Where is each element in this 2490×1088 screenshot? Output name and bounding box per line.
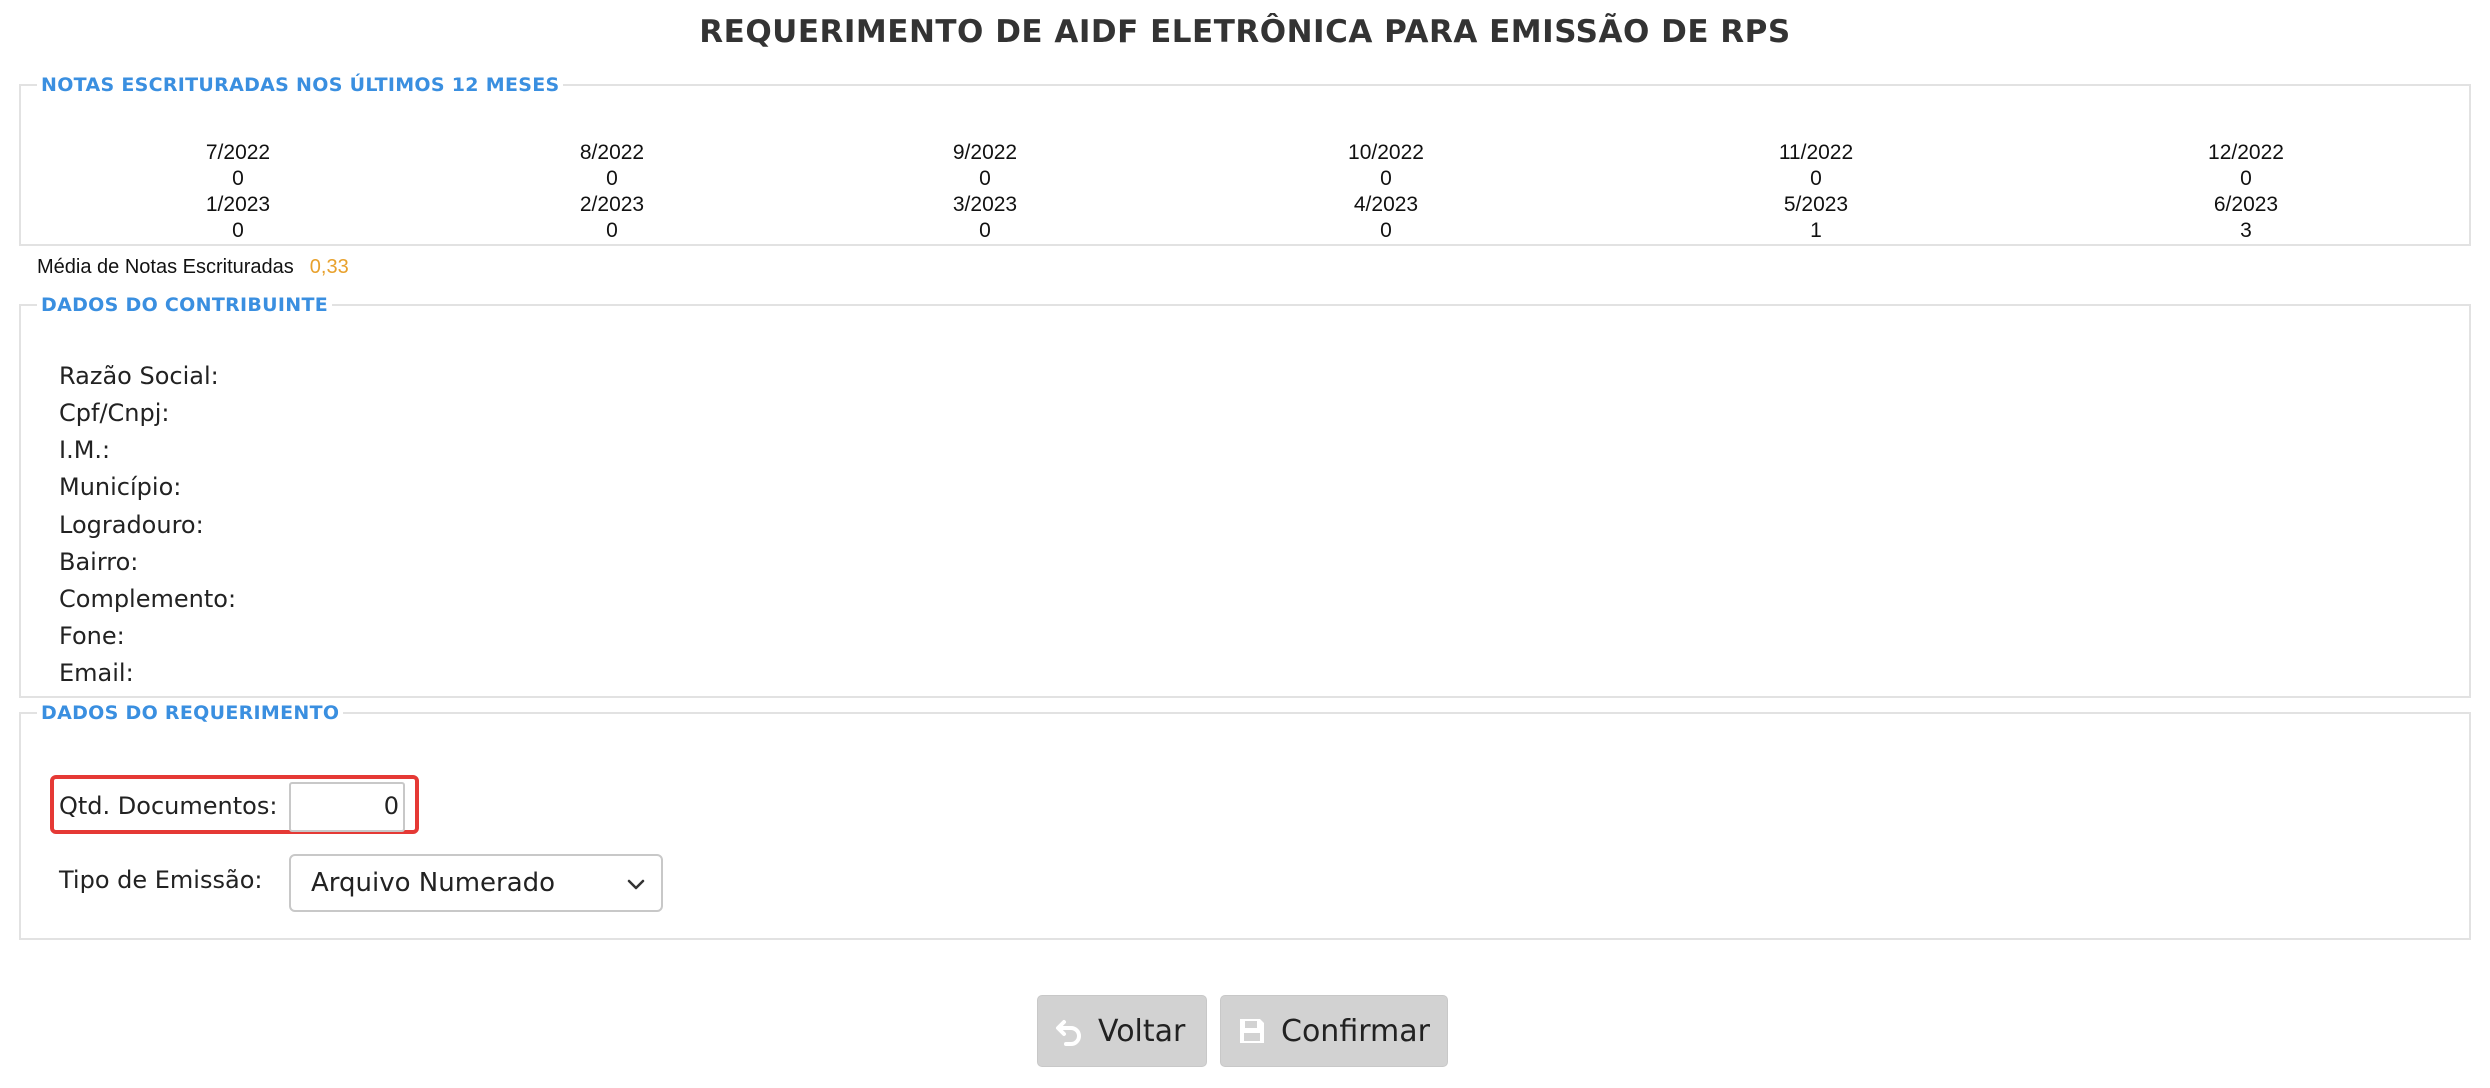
- month-label: 3/2023: [952, 193, 1018, 216]
- month-cell: 6/2023 3: [2146, 192, 2346, 244]
- notas-escrituradas-section: NOTAS ESCRITURADAS NOS ÚLTIMOS 12 MESES …: [19, 74, 2471, 246]
- month-cell: 7/2022 0: [138, 140, 338, 192]
- month-value: 0: [979, 219, 991, 242]
- confirmar-label: Confirmar: [1281, 1013, 1430, 1049]
- month-label: 10/2022: [1348, 141, 1424, 164]
- month-cell: 11/2022 0: [1716, 140, 1916, 192]
- contribuinte-section-legend: DADOS DO CONTRIBUINTE: [41, 294, 329, 316]
- month-cell: 2/2023 0: [512, 192, 712, 244]
- month-label: 1/2023: [205, 193, 271, 216]
- month-label: 9/2022: [952, 141, 1018, 164]
- undo-icon: [1056, 1020, 1081, 1046]
- month-value: 0: [232, 219, 244, 242]
- month-value: 0: [606, 167, 618, 190]
- month-cell: 5/2023 1: [1716, 192, 1916, 244]
- voltar-button[interactable]: Voltar: [1037, 995, 1207, 1067]
- page-title: REQUERIMENTO DE AIDF ELETRÔNICA PARA EMI…: [699, 14, 1791, 50]
- month-label: 12/2022: [2208, 141, 2284, 164]
- month-label: 11/2022: [1778, 141, 1854, 164]
- month-value: 0: [2240, 167, 2252, 190]
- qtd-documentos-label: Qtd. Documentos:: [59, 792, 278, 820]
- month-value: 1: [1810, 219, 1822, 242]
- month-label: 5/2023: [1783, 193, 1849, 216]
- complemento-label: Complemento:: [59, 585, 237, 613]
- dados-requerimento-section: DADOS DO REQUERIMENTO Qtd. Documentos: 0…: [19, 702, 2471, 940]
- month-value: 0: [1380, 219, 1392, 242]
- month-label: 2/2023: [579, 193, 645, 216]
- dados-contribuinte-section: DADOS DO CONTRIBUINTE Razão Social: Cpf/…: [19, 294, 2471, 698]
- month-cell: 3/2023 0: [885, 192, 1085, 244]
- month-value: 0: [606, 219, 618, 242]
- municipio-label: Município:: [59, 473, 182, 501]
- inscricao-municipal-label: I.M.:: [59, 436, 111, 464]
- month-cell: 1/2023 0: [138, 192, 338, 244]
- month-label: 7/2022: [205, 141, 271, 164]
- requerimento-section-legend: DADOS DO REQUERIMENTO: [41, 702, 340, 724]
- month-value: 0: [1380, 167, 1392, 190]
- tipo-emissao-select[interactable]: Arquivo Numerado: [289, 854, 663, 912]
- month-cell: 8/2022 0: [512, 140, 712, 192]
- month-cell: 12/2022 0: [2146, 140, 2346, 192]
- tipo-emissao-selected: Arquivo Numerado: [311, 868, 556, 898]
- cpf-cnpj-label: Cpf/Cnpj:: [59, 399, 170, 427]
- month-cell: 4/2023 0: [1286, 192, 1486, 244]
- bairro-label: Bairro:: [59, 548, 139, 576]
- tipo-emissao-label: Tipo de Emissão:: [59, 866, 263, 894]
- media-notas-label: Média de Notas Escrituradas: [37, 256, 294, 278]
- voltar-label: Voltar: [1098, 1013, 1186, 1049]
- razao-social-label: Razão Social:: [59, 362, 219, 390]
- qtd-documentos-input[interactable]: 0: [289, 782, 405, 832]
- month-value: 0: [1810, 167, 1822, 190]
- notas-section-legend: NOTAS ESCRITURADAS NOS ÚLTIMOS 12 MESES: [41, 74, 560, 96]
- month-label: 4/2023: [1353, 193, 1419, 216]
- fone-label: Fone:: [59, 622, 125, 650]
- month-cell: 10/2022 0: [1286, 140, 1486, 192]
- month-cell: 9/2022 0: [885, 140, 1085, 192]
- save-icon: [1240, 1019, 1264, 1043]
- chevron-down-icon: [627, 879, 645, 890]
- confirmar-button[interactable]: Confirmar: [1220, 995, 1448, 1067]
- month-value: 0: [979, 167, 991, 190]
- month-value: 0: [232, 167, 244, 190]
- media-notas-row: Média de Notas Escrituradas 0,33: [37, 256, 349, 279]
- month-label: 6/2023: [2213, 193, 2279, 216]
- email-label: Email:: [59, 659, 134, 687]
- month-label: 8/2022: [579, 141, 645, 164]
- media-notas-value: 0,33: [309, 256, 349, 278]
- month-value: 3: [2240, 219, 2252, 242]
- logradouro-label: Logradouro:: [59, 511, 204, 539]
